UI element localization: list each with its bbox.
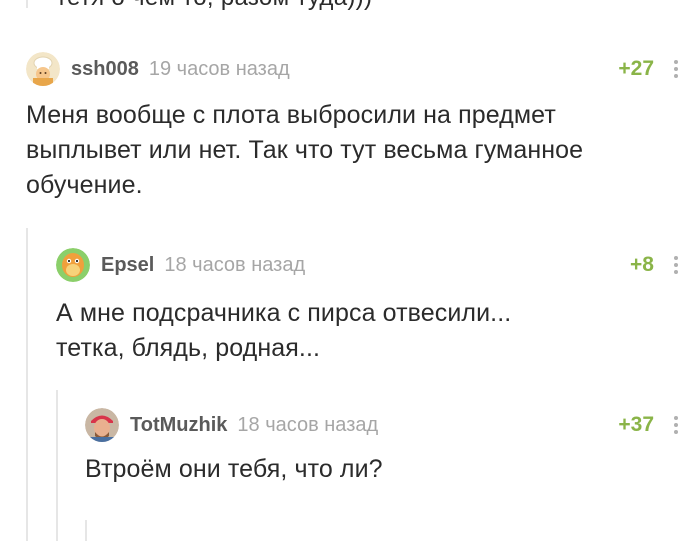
more-options-icon[interactable] xyxy=(674,60,678,81)
chef-avatar-icon[interactable] xyxy=(26,52,60,86)
rating-value: +8 xyxy=(630,253,654,276)
author-name[interactable]: TotMuzhik xyxy=(130,414,227,437)
rating-value: +37 xyxy=(618,413,654,436)
comment-line: Меня вообще с плота выбросили на предмет xyxy=(26,101,556,129)
comment-time[interactable]: 19 часов назад xyxy=(149,58,290,81)
photo-avatar-icon[interactable] xyxy=(85,408,119,442)
thread-line-root xyxy=(26,0,28,8)
thread-line-level-3 xyxy=(85,520,87,541)
comment-text: Меня вообще с плота выбросили на предмет… xyxy=(26,98,583,203)
more-options-icon[interactable] xyxy=(674,416,678,437)
comment-line: обучение. xyxy=(26,171,143,199)
comment-text: А мне подсрачника с пирса отвесили... те… xyxy=(56,296,511,366)
comment-line: тетка, блядь, родная... xyxy=(56,334,321,362)
comment-line: Втроём они тебя, что ли? xyxy=(85,455,383,483)
comment-header: Epsel 18 часов назад xyxy=(56,248,305,282)
comment-line: А мне подсрачника с пирса отвесили... xyxy=(56,299,512,327)
thread-line-level-2 xyxy=(56,390,58,541)
previous-comment-text: тетя о чем то, разом туда))) xyxy=(56,0,372,12)
comment-header: TotMuzhik 18 часов назад xyxy=(85,408,378,442)
comment-header: ssh008 19 часов назад xyxy=(26,52,290,86)
rating-value: +27 xyxy=(618,57,654,80)
comment-time[interactable]: 18 часов назад xyxy=(164,254,305,277)
comment-line: выплывет или нет. Так что тут весьма гум… xyxy=(26,136,584,164)
more-options-icon[interactable] xyxy=(674,256,678,277)
author-name[interactable]: Epsel xyxy=(101,254,154,277)
author-name[interactable]: ssh008 xyxy=(71,58,139,81)
thread-line-level-1 xyxy=(26,228,28,541)
comment-time[interactable]: 18 часов назад xyxy=(237,414,378,437)
dino-avatar-icon[interactable] xyxy=(56,248,90,282)
comment-text: Втроём они тебя, что ли? xyxy=(85,452,383,487)
